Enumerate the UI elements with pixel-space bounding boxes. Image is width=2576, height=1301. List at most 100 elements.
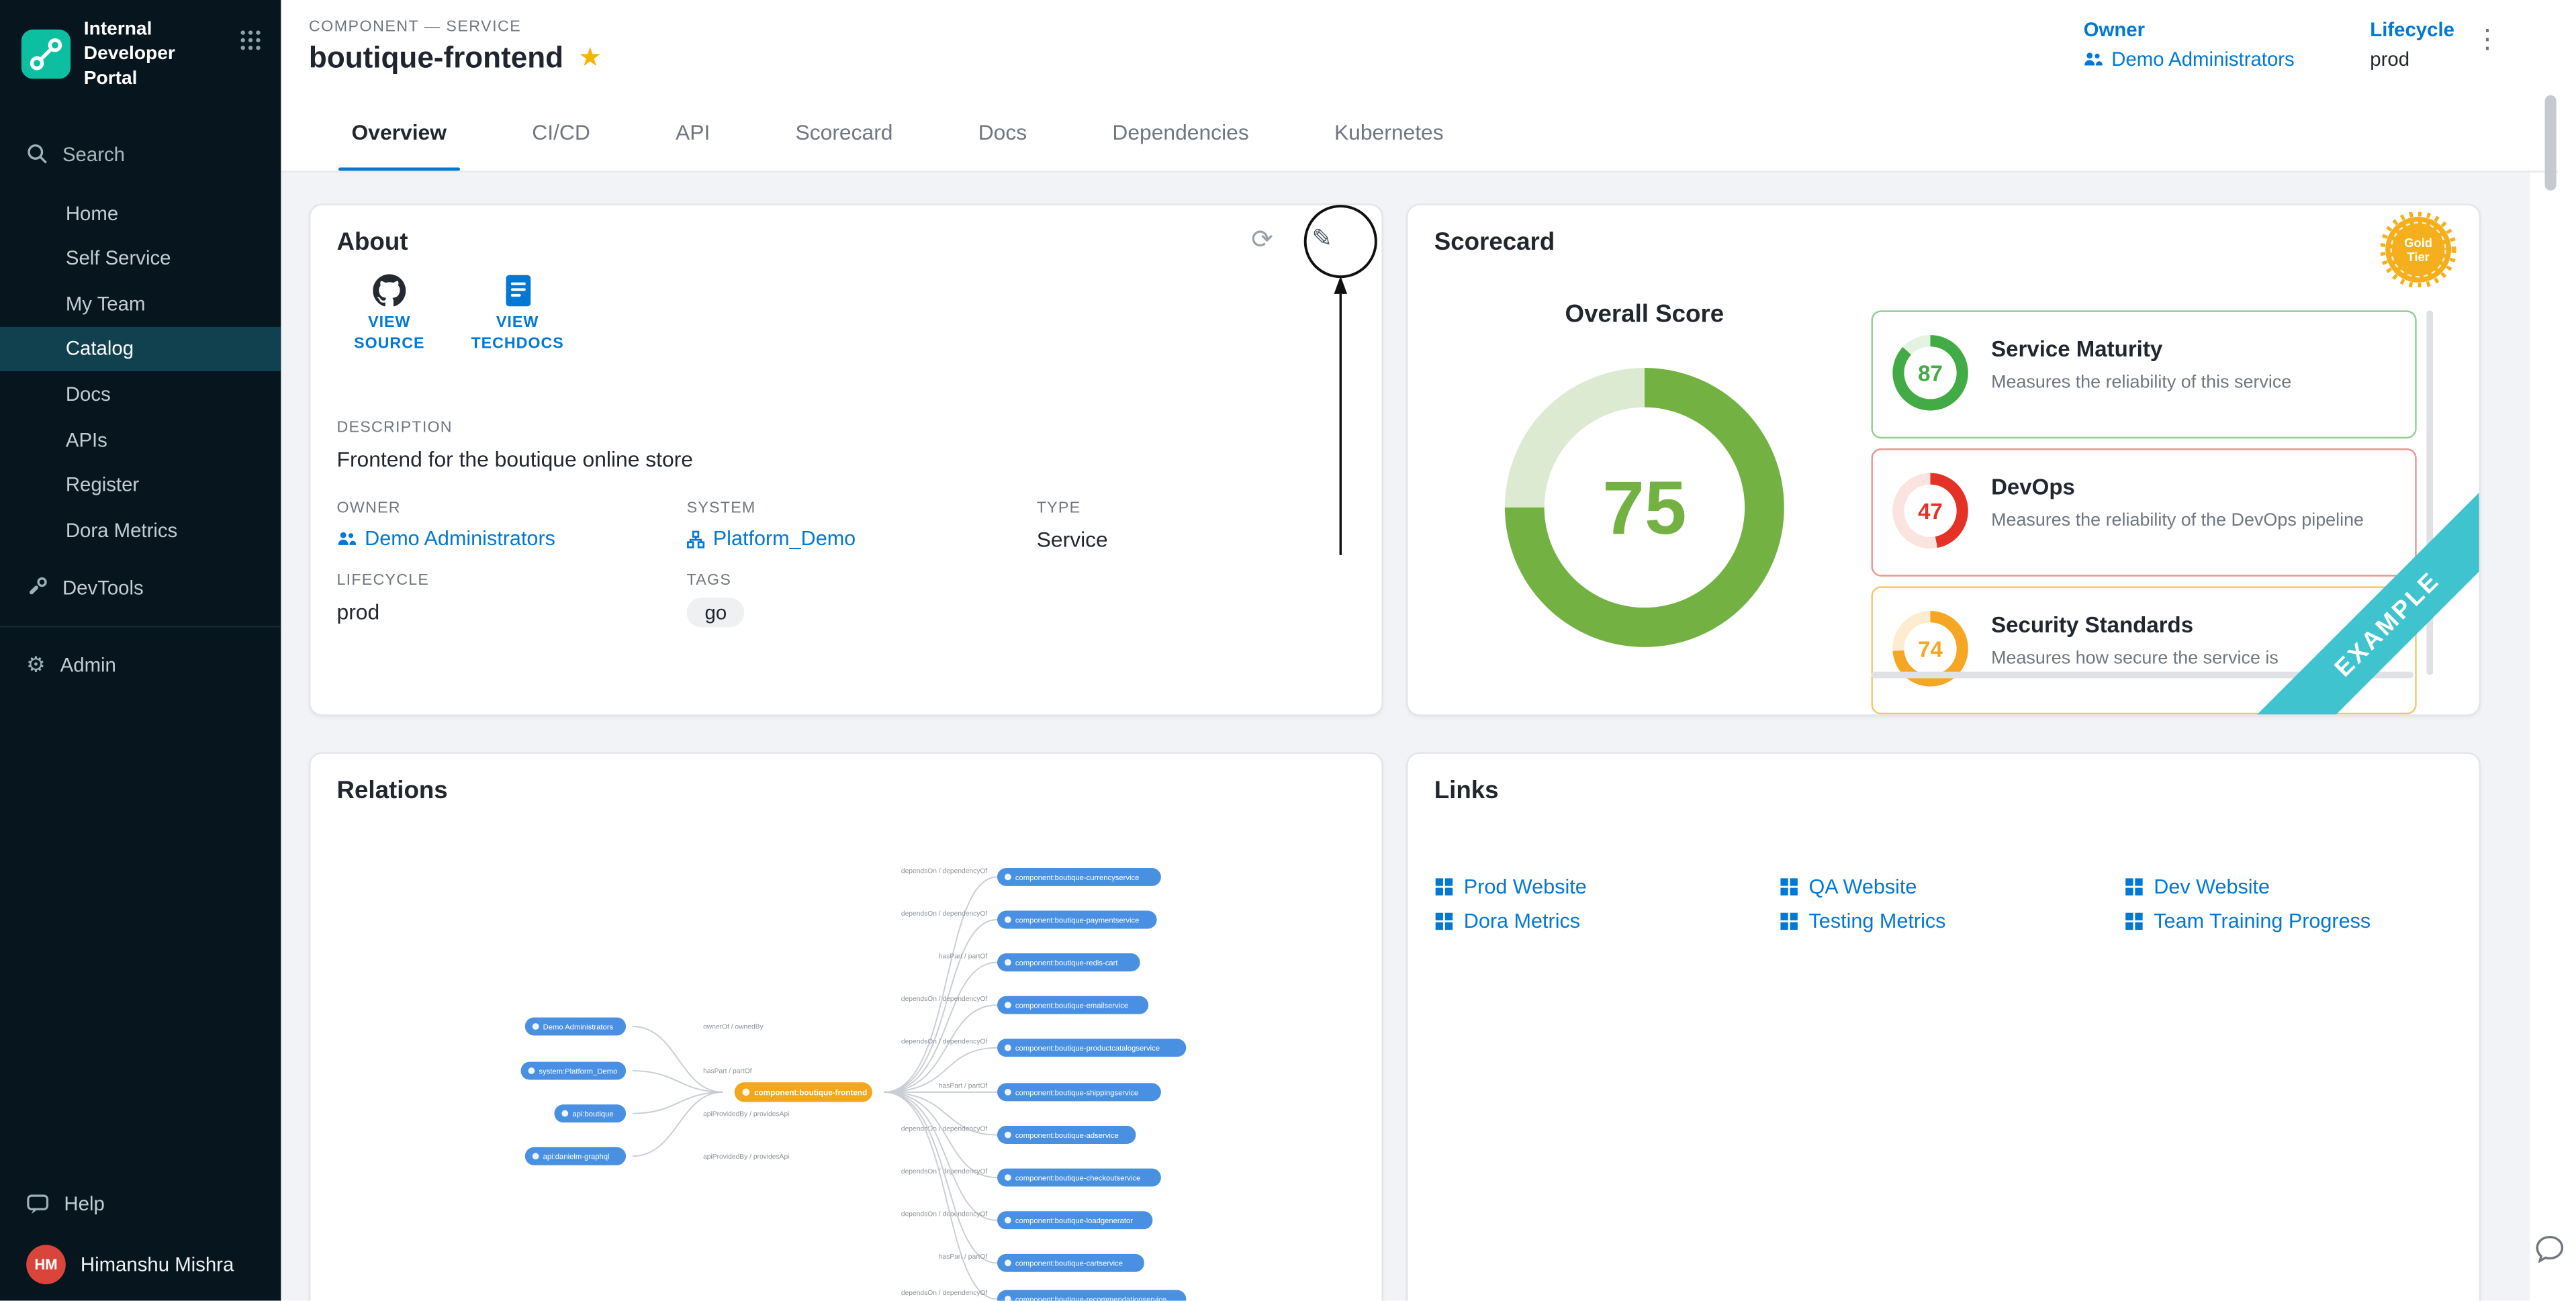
scorecard-card: Scorecard Gold Tier Overall Score 75 87 …: [1406, 203, 2481, 716]
score-name: DevOps: [1991, 475, 2075, 499]
sidebar-item-help[interactable]: Help: [26, 1192, 255, 1215]
view-techdocs-link[interactable]: VIEW TECHDOCS: [461, 268, 573, 356]
edge-label: dependsOn / dependencyOf: [901, 1211, 988, 1218]
sidebar-help-label: Help: [64, 1192, 104, 1215]
link-testing-metrics[interactable]: Testing Metrics: [1779, 904, 2124, 938]
refresh-icon[interactable]: ⟳: [1251, 228, 1273, 254]
link-team-training-progress[interactable]: Team Training Progress: [2124, 904, 2469, 938]
link-dora-metrics[interactable]: Dora Metrics: [1434, 904, 1780, 938]
page-title: boutique-frontend: [309, 41, 563, 75]
sidebar-item-docs[interactable]: Docs: [0, 371, 281, 417]
chat-widget-icon[interactable]: [2535, 1235, 2565, 1263]
about-title: About: [337, 228, 408, 256]
sidebar-divider: [0, 625, 281, 626]
relations-graph[interactable]: dependsOn / dependencyOf dependsOn / depe…: [324, 813, 1369, 1301]
score-name: Security Standards: [1991, 613, 2193, 638]
sidebar-item-my-team[interactable]: My Team: [0, 281, 281, 326]
score-description: Measures how secure the service is: [1991, 648, 2279, 668]
score-ring: 47: [1892, 473, 1968, 549]
edge-label: dependsOn / dependencyOf: [901, 996, 988, 1003]
sidebar-item-register[interactable]: Register: [0, 462, 281, 508]
relation-node-label: component:boutique-cartservice: [1015, 1260, 1123, 1268]
sidebar-item-dora-metrics[interactable]: Dora Metrics: [0, 508, 281, 553]
tab-api[interactable]: API: [633, 92, 753, 171]
tab-kubernetes[interactable]: Kubernetes: [1291, 92, 1486, 171]
avatar: HM: [26, 1245, 66, 1284]
tab-scorecard[interactable]: Scorecard: [753, 92, 935, 171]
edit-icon[interactable]: ✎: [1312, 227, 1332, 252]
link-dev-website[interactable]: Dev Website: [2124, 869, 2469, 903]
tab-dependencies[interactable]: Dependencies: [1070, 92, 1292, 171]
help-chat-icon: [26, 1193, 49, 1214]
sidebar-search-label: Search: [62, 142, 125, 165]
sidebar-item-devtools[interactable]: DevTools: [0, 563, 281, 612]
relation-node-label: component:boutique-redis-cart: [1015, 959, 1118, 967]
sidebar-item-home[interactable]: Home: [0, 190, 281, 236]
sidebar-item-admin[interactable]: ⚙ Admin: [0, 640, 281, 689]
kebab-menu-icon[interactable]: ⋮: [2474, 28, 2500, 54]
tab-docs[interactable]: Docs: [935, 92, 1070, 171]
about-owner-value: Demo Administrators: [365, 527, 555, 550]
lifecycle-value: prod: [2370, 48, 2454, 70]
scorecard-item-devops[interactable]: 47 DevOps Measures the reliability of th…: [1871, 448, 2416, 577]
links-title: Links: [1434, 777, 1499, 805]
link-qa-website[interactable]: QA Website: [1779, 869, 2124, 903]
relation-node-label: component:boutique-checkoutservice: [1015, 1174, 1140, 1182]
user-menu[interactable]: HM Himanshu Mishra: [26, 1245, 255, 1284]
scorecard-title: Scorecard: [1434, 228, 1555, 256]
description-value: Frontend for the boutique online store: [337, 446, 693, 471]
edge-label: hasPart / partOf: [939, 1083, 988, 1090]
relation-node-label: component:boutique-productcatalogservice: [1015, 1045, 1160, 1053]
link-label: Dev Website: [2154, 875, 2270, 898]
svg-text:Tier: Tier: [2407, 250, 2429, 264]
overall-score-donut: 75: [1505, 368, 1784, 647]
user-name: Himanshu Mishra: [81, 1253, 234, 1276]
link-label: QA Website: [1809, 875, 1917, 898]
gear-icon: ⚙: [26, 654, 46, 675]
edge-label: dependsOn / dependencyOf: [901, 1290, 988, 1297]
sidebar-nav: Home Self Service My Team Catalog Docs A…: [0, 190, 281, 552]
app: Internal Developer Portal Search Home Se…: [0, 0, 2576, 1301]
sidebar-item-self-service[interactable]: Self Service: [0, 236, 281, 281]
link-prod-website[interactable]: Prod Website: [1434, 869, 1780, 903]
sidebar-item-catalog[interactable]: Catalog: [0, 326, 281, 372]
edge-label: dependsOn / dependencyOf: [901, 867, 988, 875]
relations-title: Relations: [337, 777, 448, 805]
edge-label: ownerOf / ownedBy: [703, 1024, 764, 1031]
relation-node-label: Demo Administrators: [543, 1023, 614, 1031]
relation-node-label: component:boutique-frontend: [754, 1089, 867, 1098]
about-lifecycle-label: LIFECYCLE: [337, 571, 430, 589]
grid-link-icon: [1779, 876, 1798, 896]
about-type-label: TYPE: [1037, 499, 1108, 518]
about-system-link[interactable]: Platform_Demo: [687, 527, 856, 550]
app-title: Internal Developer Portal: [84, 18, 225, 92]
about-lifecycle-value: prod: [337, 599, 430, 624]
link-label: Team Training Progress: [2154, 909, 2371, 932]
gold-tier-badge: Gold Tier: [2381, 212, 2456, 288]
owner-link[interactable]: Demo Administrators: [2084, 48, 2295, 70]
description-label: DESCRIPTION: [337, 419, 693, 437]
apps-grid-icon[interactable]: [240, 30, 261, 51]
sidebar: Internal Developer Portal Search Home Se…: [0, 0, 281, 1301]
owner-label: Owner: [2084, 18, 2295, 41]
edge-label: dependsOn / dependencyOf: [901, 1039, 988, 1046]
page-scrollbar[interactable]: [2545, 95, 2557, 191]
scorecard-item-service-maturity[interactable]: 87 Service Maturity Measures the reliabi…: [1871, 310, 2416, 438]
relation-node-label: api:boutique: [572, 1110, 613, 1118]
grid-link-icon: [2124, 911, 2144, 930]
tab-overview[interactable]: Overview: [309, 92, 490, 171]
tag-chip[interactable]: go: [687, 598, 745, 628]
tab-cicd[interactable]: CI/CD: [490, 92, 633, 171]
about-owner-link[interactable]: Demo Administrators: [337, 527, 555, 550]
search-icon: [26, 144, 48, 165]
sidebar-search[interactable]: Search: [0, 128, 281, 180]
grid-link-icon: [1779, 911, 1798, 930]
overall-score-label: Overall Score: [1408, 301, 1882, 329]
favorite-star-icon[interactable]: ★: [578, 45, 602, 71]
edge-label: apiProvidedBy / providesApi: [703, 1110, 789, 1118]
users-icon: [2084, 51, 2103, 67]
links-card: Links Prod Website QA Website Dev Websit…: [1406, 752, 2481, 1300]
sidebar-item-apis[interactable]: APIs: [0, 417, 281, 463]
view-source-link[interactable]: VIEW SOURCE: [334, 268, 445, 356]
breadcrumb: COMPONENT — SERVICE: [309, 18, 521, 36]
